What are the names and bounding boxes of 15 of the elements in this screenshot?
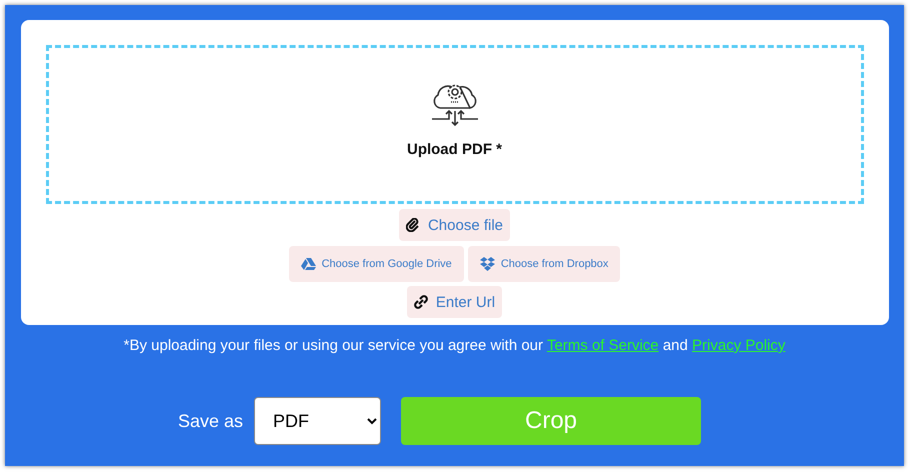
paperclip-icon: [406, 218, 420, 232]
terms-link[interactable]: Terms of Service: [546, 337, 659, 354]
link-icon: [414, 295, 428, 309]
enter-url-button[interactable]: Enter Url: [406, 286, 502, 318]
drop-zone[interactable]: Upload PDF *: [46, 45, 864, 204]
format-select[interactable]: PDF: [254, 397, 382, 445]
drive-icon: [300, 258, 316, 270]
dropbox-icon: [480, 257, 495, 271]
upload-label: Upload PDF *: [406, 141, 502, 158]
dropbox-button[interactable]: Choose from Dropbox: [468, 246, 620, 282]
google-drive-button[interactable]: Choose from Google Drive: [288, 246, 464, 282]
privacy-link[interactable]: Privacy Policy: [692, 337, 786, 354]
save-as-label: Save as: [178, 410, 244, 432]
consent-text: *By uploading your files or using our service you agree with our Terms of Service and Privacy Policy: [124, 337, 786, 354]
choose-file-button[interactable]: Choose file: [398, 209, 510, 241]
